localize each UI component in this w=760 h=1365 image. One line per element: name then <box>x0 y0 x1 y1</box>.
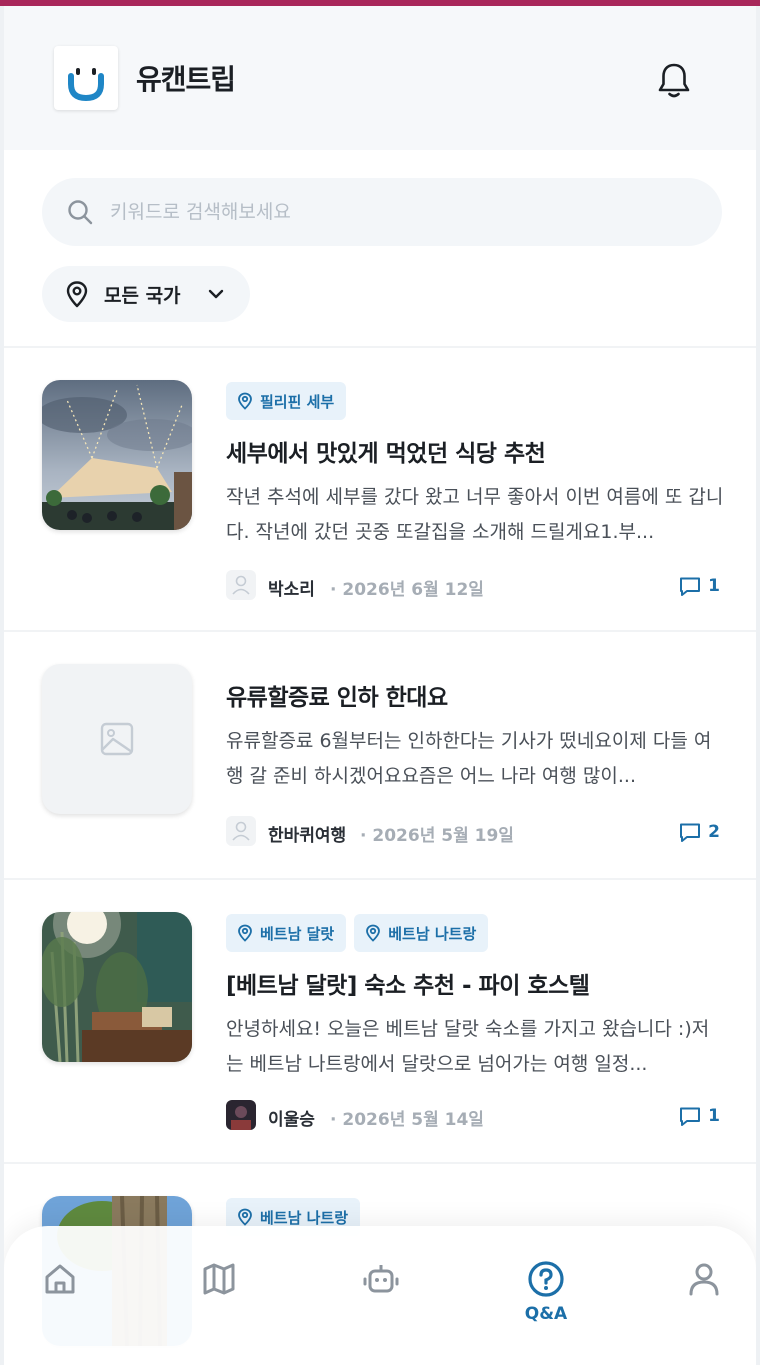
nav-bot[interactable] <box>341 1260 421 1340</box>
post-excerpt: 안녕하세요! 오늘은 베트남 달랏 숙소를 가지고 왔습니다 :)저는 베트남 … <box>226 1018 710 1075</box>
comment-icon <box>680 1107 701 1126</box>
user-photo-avatar <box>226 1100 256 1130</box>
avatar[interactable] <box>226 816 256 846</box>
location-pin-icon <box>238 1208 252 1226</box>
post-date: · 2026년 5월 19일 <box>360 826 514 846</box>
post-thumbnail[interactable] <box>42 380 192 530</box>
post-thumbnail[interactable] <box>42 912 192 1062</box>
image-placeholder-icon <box>100 722 134 756</box>
comment-icon <box>680 823 701 842</box>
bottom-navigation: Q&A <box>4 1226 756 1365</box>
post-author[interactable]: 이울승 <box>268 1105 315 1130</box>
avatar[interactable] <box>226 1100 256 1130</box>
app-header: 유캔트립 <box>4 6 756 150</box>
app-screen: 유캔트립 모든 국가 <box>0 6 760 1365</box>
post-tags: 필리핀 세부 <box>226 382 347 420</box>
nav-qa-label: Q&A <box>524 1304 568 1324</box>
nav-profile[interactable] <box>664 1260 744 1340</box>
comment-icon <box>680 577 701 596</box>
country-filter-label: 모든 국가 <box>104 285 181 307</box>
app-title: 유캔트립 <box>136 63 236 96</box>
post-thumbnail-placeholder[interactable] <box>42 664 192 814</box>
home-icon <box>45 1264 75 1294</box>
nav-map[interactable] <box>179 1260 259 1340</box>
app-logo[interactable] <box>54 46 118 110</box>
post-title[interactable]: 유류할증료 인하 한대요 <box>226 678 448 712</box>
post-date: · 2026년 6월 12일 <box>330 580 484 600</box>
post-date: · 2026년 5월 14일 <box>330 1110 484 1130</box>
tag-label: 베트남 달랏 <box>260 924 335 943</box>
comment-count[interactable]: 2 <box>678 820 720 844</box>
smile-logo-icon <box>68 68 104 102</box>
location-pin-icon <box>238 924 252 942</box>
user-icon <box>689 1263 719 1296</box>
search-input[interactable] <box>110 192 690 232</box>
location-pin-icon <box>366 924 381 942</box>
post-meta: 박소리 · 2026년 6월 12일 1 <box>226 570 720 602</box>
post-title[interactable]: 세부에서 맛있게 먹었던 식당 추천 <box>226 434 546 468</box>
post-excerpt: 유류할증료 6월부터는 인하한다는 기사가 떴네요이제 다들 여행 갈 준비 하… <box>226 730 712 787</box>
comment-count-value: 1 <box>708 576 720 596</box>
comment-count[interactable]: 1 <box>678 1104 720 1128</box>
post-meta: 한바퀴여행 · 2026년 5월 19일 2 <box>226 816 720 848</box>
search-icon <box>68 200 93 225</box>
post-excerpt: 작년 추석에 세부를 갔다 왔고 너무 좋아서 이번 여름에 또 갑니다. 작년… <box>226 486 724 543</box>
post-card[interactable]: 유류할증료 인하 한대요 유류할증료 6월부터는 인하한다는 기사가 떴네요이제… <box>4 632 756 878</box>
post-author[interactable]: 한바퀴여행 <box>268 821 346 846</box>
location-pin-icon <box>238 392 252 410</box>
comment-count-value: 2 <box>708 822 720 842</box>
hostel-photo <box>42 912 192 1062</box>
restaurant-photo <box>42 380 192 530</box>
user-placeholder-icon <box>232 575 250 595</box>
post-meta: 이울승 · 2026년 5월 14일 1 <box>226 1100 720 1132</box>
post-title[interactable]: [베트남 달랏] 숙소 추천 - 파이 호스텔 <box>226 966 590 1000</box>
post-date-value: 2026년 6월 12일 <box>342 580 484 600</box>
avatar[interactable] <box>226 570 256 600</box>
nav-home[interactable] <box>20 1260 100 1340</box>
bot-icon <box>363 1265 399 1293</box>
post-date-value: 2026년 5월 19일 <box>372 826 514 846</box>
comment-count-value: 1 <box>708 1106 720 1126</box>
tag-label: 베트남 나트랑 <box>388 924 477 943</box>
post-tags: 베트남 달랏 베트남 나트랑 <box>226 914 489 952</box>
post-card[interactable]: 베트남 달랏 베트남 나트랑 [베트남 달랏] 숙소 추천 - 파이 호스텔 안… <box>4 880 756 1162</box>
user-placeholder-icon <box>232 821 250 841</box>
post-author[interactable]: 박소리 <box>268 575 315 600</box>
post-date-value: 2026년 5월 14일 <box>342 1110 484 1130</box>
country-tag[interactable]: 베트남 나트랑 <box>354 914 489 952</box>
search-bar[interactable] <box>42 178 722 246</box>
question-icon <box>528 1261 564 1297</box>
map-icon <box>203 1263 235 1295</box>
tag-label: 베트남 나트랑 <box>260 1208 349 1227</box>
country-tag[interactable]: 베트남 달랏 <box>226 914 347 952</box>
comment-count[interactable]: 1 <box>678 574 720 598</box>
nav-qa[interactable]: Q&A <box>506 1260 586 1340</box>
post-card[interactable]: 필리핀 세부 세부에서 맛있게 먹었던 식당 추천 작년 추석에 세부를 갔다 … <box>4 348 756 630</box>
tag-label: 필리핀 세부 <box>260 392 335 411</box>
location-pin-icon <box>66 281 88 308</box>
chevron-down-icon <box>208 289 224 299</box>
bell-icon[interactable] <box>656 60 692 100</box>
country-filter-dropdown[interactable]: 모든 국가 <box>42 266 250 322</box>
country-tag[interactable]: 필리핀 세부 <box>226 382 347 420</box>
